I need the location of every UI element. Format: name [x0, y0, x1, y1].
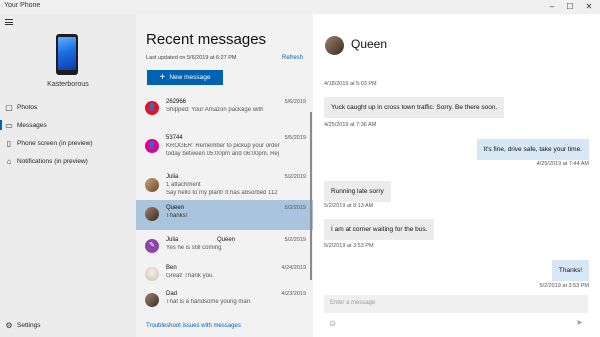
conversation-date: 5/2/2019 [284, 205, 306, 211]
message-timestamp: 4/25/2019 at 7:44 AM [536, 161, 589, 167]
message-input-placeholder: Enter a message [330, 300, 376, 306]
last-updated-text: Last updated on 5/6/2019 at 6:27 PM [146, 55, 237, 61]
person-icon: 👤 [145, 101, 159, 115]
conversation-name-secondary: Queen [217, 237, 236, 243]
sidebar-item-label: Settings [17, 321, 41, 329]
close-button[interactable]: ✕ [582, 0, 596, 14]
conversation-name: 262966 [166, 99, 187, 105]
conversation-date: 4/24/2019 [281, 265, 306, 271]
app-title: Your Phone [4, 2, 41, 9]
message-timestamp: 5/2/2019 at 3:53 PM [539, 283, 589, 289]
conversation-name: Julia [166, 237, 179, 243]
sidebar-item-settings[interactable]: ⚙ Settings [0, 318, 136, 332]
phone-illustration [56, 34, 78, 75]
conversation-name: 53744 [166, 135, 183, 141]
conversation-date: 5/6/2019 [284, 99, 306, 105]
message-timestamp: 4/18/2019 at 5:03 PM [324, 81, 377, 87]
message-timestamp: 5/2/2019 at 8:13 AM [324, 203, 374, 209]
send-icon[interactable]: ➤ [576, 318, 586, 328]
active-indicator [0, 120, 2, 130]
outgoing-message: It's fine, drive safe, take your time. [476, 139, 589, 160]
contact-name: Queen [351, 37, 388, 51]
conversation-date: 4/23/2019 [281, 291, 306, 297]
conversation-preview: Yes he is still coming [166, 245, 222, 251]
new-message-button[interactable]: + New message [147, 70, 223, 85]
sidebar-item-label: Messages [17, 121, 47, 129]
message-icon: ▭ [5, 120, 13, 130]
conversation-item[interactable]: ✎ Julia Queen 5/2/2019 Yes he is still c… [136, 232, 313, 262]
conversation-item-selected[interactable]: Queen 5/2/2019 Thanks! [136, 200, 313, 230]
conversation-item[interactable]: Dad 4/23/2019 That is a handsome young m… [136, 286, 313, 316]
outgoing-message: Thanks! [551, 260, 589, 281]
phone-screen-illustration [58, 37, 76, 70]
conversation-pane: Queen 4/18/2019 at 5:03 PM Yuck caught u… [313, 14, 600, 337]
contact-photo-avatar [325, 36, 344, 55]
phone-screen-icon: ▯ [6, 138, 12, 148]
conversation-name: Julia [166, 174, 179, 180]
pencil-icon: ✎ [145, 239, 159, 253]
conversation-preview: Shipped: Your Amazon package with [166, 107, 264, 113]
incoming-message: Running late sorry [324, 181, 391, 202]
conversation-name: Dad [166, 291, 178, 297]
contact-photo-avatar [145, 178, 159, 192]
contact-photo-avatar [145, 267, 159, 281]
conversation-name: Queen [166, 205, 185, 211]
conversation-name: Ben [166, 265, 177, 271]
incoming-message: Yuck caught up in cross town traffic. So… [324, 97, 505, 118]
sidebar-item-notifications[interactable]: ⌂ Notifications (in preview) [0, 154, 136, 168]
conversation-preview-line2: today between 05:00pm and 06:00pm. Rej [166, 151, 280, 157]
photo-icon: ▢ [5, 102, 13, 112]
new-message-label: New message [169, 74, 211, 81]
conversation-item[interactable]: 👤 53744 5/5/2019 KROGER: Remember to pic… [136, 130, 313, 164]
conversation-date: 5/2/2019 [284, 237, 306, 243]
plus-icon: + [159, 71, 166, 83]
troubleshoot-link[interactable]: Troubleshoot issues with messages [146, 323, 241, 329]
contact-photo-avatar [145, 293, 159, 307]
refresh-link[interactable]: Refresh [282, 55, 303, 61]
contact-photo-avatar [145, 207, 159, 221]
conversation-preview: Great! Thank you. [166, 273, 214, 279]
message-input[interactable]: Enter a message [324, 295, 588, 313]
hamburger-menu-icon[interactable] [5, 19, 13, 25]
conversation-item[interactable]: 👤 262966 5/6/2019 Shipped: Your Amazon p… [136, 94, 313, 124]
conversation-date: 5/2/2019 [284, 174, 306, 180]
sidebar-item-label: Notifications (in preview) [17, 157, 88, 165]
conversation-preview: That is a handsome young man [166, 299, 251, 305]
bell-icon: ⌂ [6, 156, 12, 166]
conversation-preview: Thanks! [166, 213, 188, 219]
conversation-item[interactable]: Julia 5/2/2019 1 attachment Say hello to… [136, 169, 313, 202]
minimize-button[interactable]: – [545, 0, 559, 14]
conversation-preview: KROGER: Remember to pickup your order [166, 143, 280, 149]
incoming-message: I am at corner waiting for the bus. [324, 219, 435, 240]
person-icon: 👤 [145, 139, 159, 153]
conversation-preview: 1 attachment [166, 182, 201, 188]
conversation-preview-line2: Say hello to my plant! It has absorbed 1… [166, 190, 278, 196]
sidebar-item-label: Photos [17, 103, 38, 111]
list-scrollbar[interactable] [310, 112, 312, 280]
sidebar-item-label: Phone screen (in preview) [17, 139, 93, 147]
emoji-icon[interactable]: ☺ [328, 318, 338, 328]
sidebar-item-phone-screen[interactable]: ▯ Phone screen (in preview) [0, 136, 136, 150]
device-name: Kasterborous [47, 81, 89, 88]
page-title: Recent messages [146, 31, 267, 48]
conversation-date: 5/5/2019 [284, 135, 306, 141]
message-timestamp: 4/25/2019 at 7:36 AM [324, 122, 377, 128]
maximize-button[interactable]: ☐ [563, 0, 577, 14]
title-bar: Your Phone – ☐ ✕ [0, 0, 600, 14]
message-timestamp: 5/2/2019 at 3:53 PM [324, 243, 374, 249]
sidebar-item-photos[interactable]: ▢ Photos [0, 100, 136, 114]
sidebar: Kasterborous ▢ Photos ▭ Messages ▯ Phone… [0, 14, 136, 337]
gear-icon: ⚙ [5, 320, 13, 330]
messages-list-pane: Recent messages Last updated on 5/6/2019… [136, 14, 313, 337]
sidebar-item-messages[interactable]: ▭ Messages [0, 118, 136, 132]
